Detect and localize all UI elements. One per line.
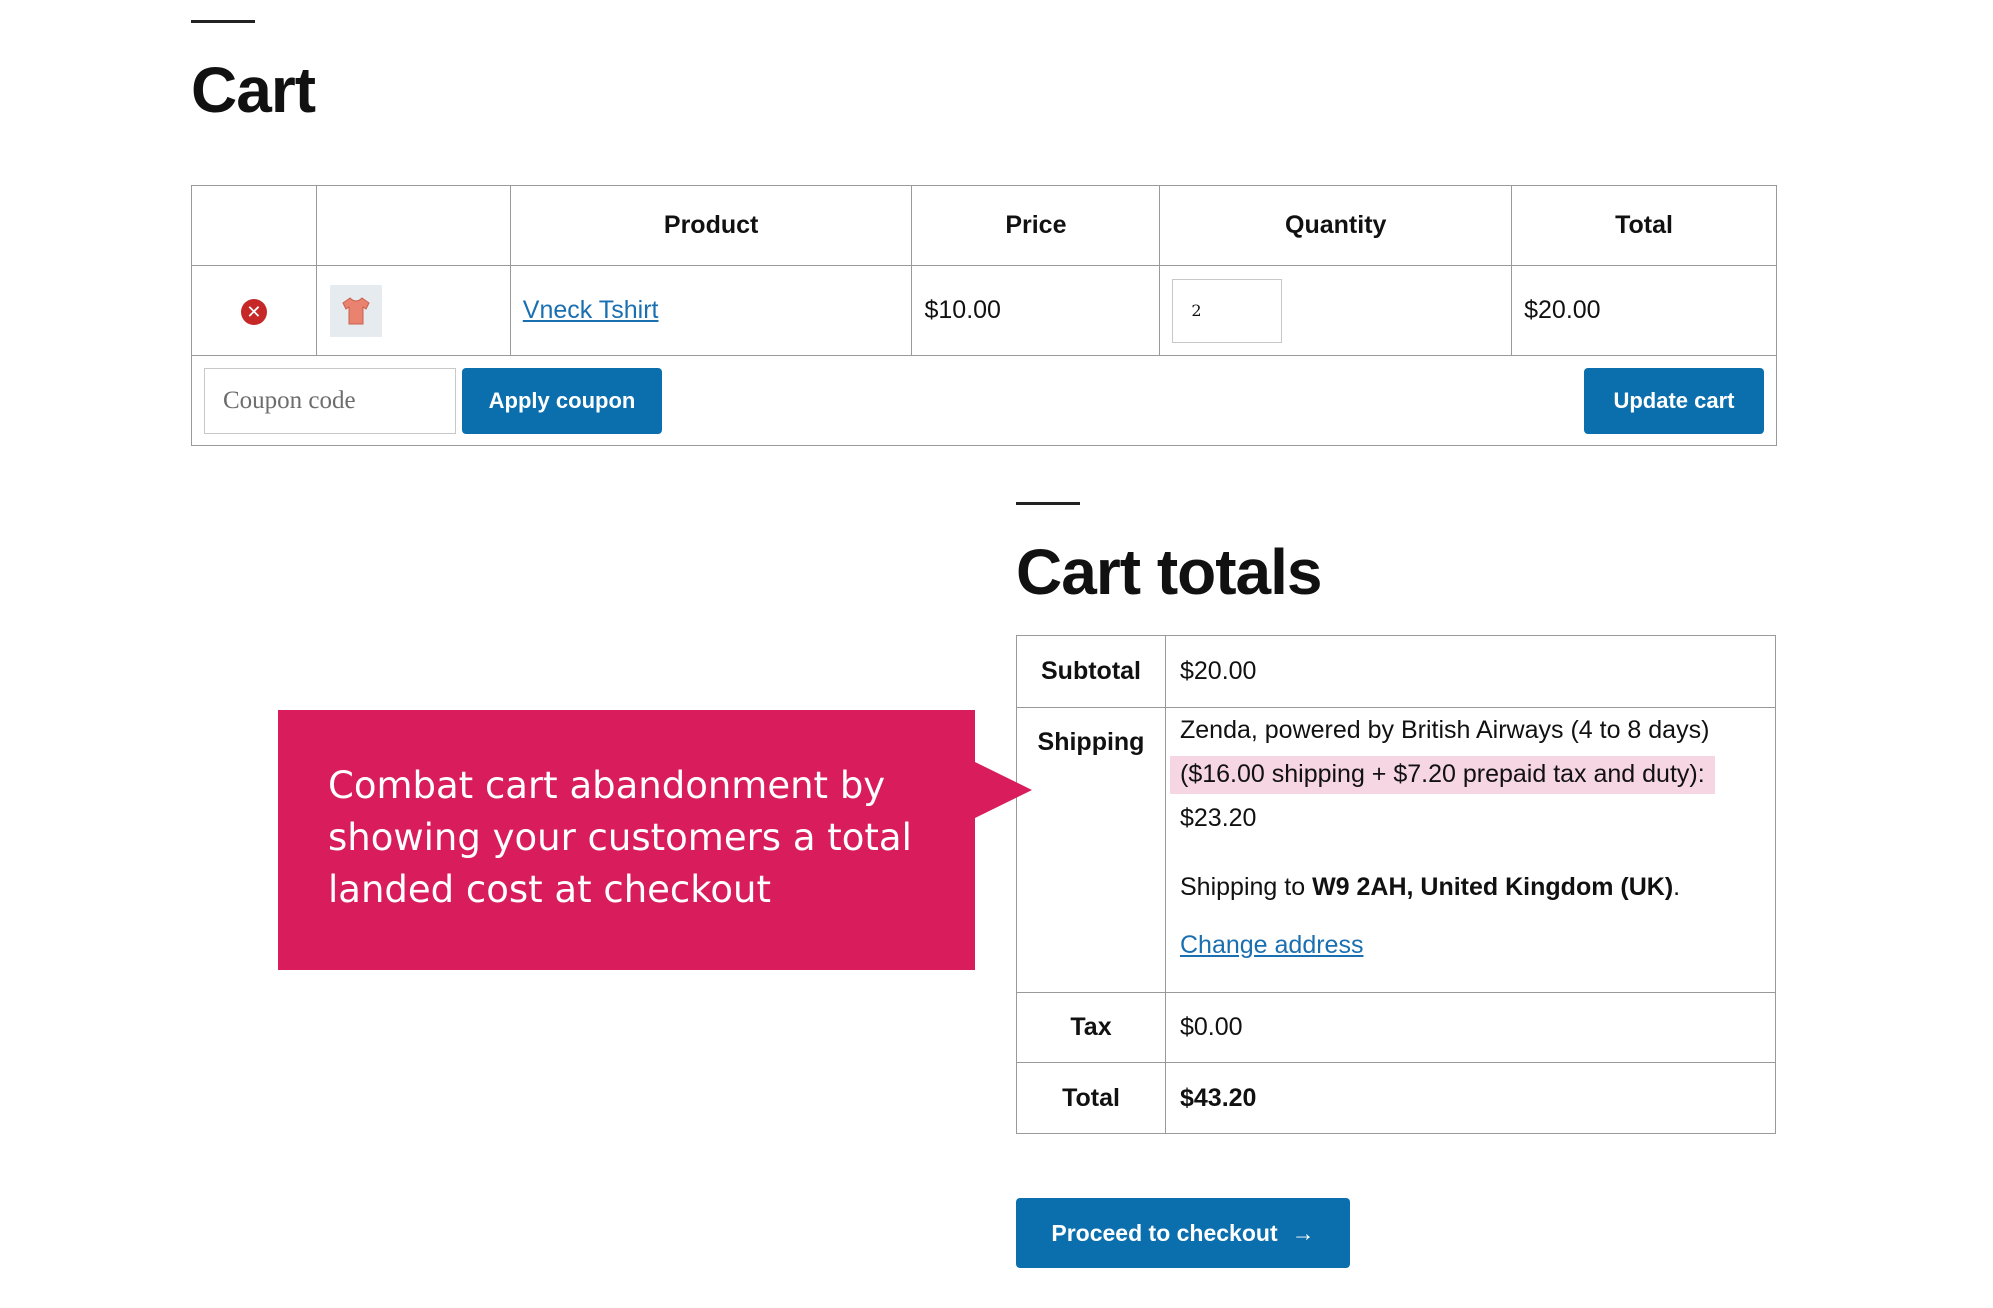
shipping-to-prefix: Shipping to (1180, 873, 1306, 901)
update-cart-button[interactable]: Update cart (1584, 367, 1764, 434)
checkout-label: Proceed to checkout (1051, 1219, 1278, 1246)
price-cell: $10.00 (911, 265, 1161, 356)
cart-totals-title: Cart totals (1016, 536, 1322, 608)
col-header-remove (191, 185, 317, 266)
product-link[interactable]: Vneck Tshirt (523, 296, 659, 324)
arrow-right-icon: → (1291, 1219, 1315, 1246)
cart-header-row: Product Price Quantity Total (191, 185, 1777, 266)
cart-item-row: ✕ Vneck Tshirt $10.00 2 $20.00 (191, 265, 1777, 356)
callout-pointer (975, 762, 1032, 818)
totals-title-rule (1016, 502, 1080, 505)
shipping-breakdown-highlight: ($16.00 shipping + $7.20 prepaid tax and… (1170, 756, 1715, 794)
col-header-product: Product (509, 185, 913, 266)
callout-banner: Combat cart abandonment by showing your … (278, 710, 975, 970)
change-address-link[interactable]: Change address (1180, 931, 1363, 959)
page-title: Cart (191, 54, 316, 126)
cart-actions-row: Coupon code Apply coupon Update cart (191, 355, 1777, 446)
product-cell: Vneck Tshirt (509, 265, 913, 356)
cart-table: Product Price Quantity Total ✕ Vneck Tsh… (191, 185, 1777, 446)
cart-title-rule (191, 20, 255, 23)
subtotal-row: Subtotal $20.00 (1016, 635, 1776, 708)
cart-totals-table: Subtotal $20.00 Shipping Zenda, powered … (1016, 635, 1776, 1134)
shipping-destination: Shipping to W9 2AH, United Kingdom (UK). (1180, 873, 1681, 901)
coupon-code-input[interactable]: Coupon code (204, 367, 456, 434)
total-label: Total (1016, 1062, 1166, 1134)
shipping-method: Zenda, powered by British Airways (4 to … (1180, 716, 1710, 744)
total-cell: $20.00 (1511, 265, 1777, 356)
subtotal-label: Subtotal (1016, 635, 1166, 708)
col-header-thumbnail (315, 185, 511, 266)
quantity-input[interactable]: 2 (1172, 278, 1283, 343)
subtotal-value: $20.00 (1165, 635, 1776, 708)
col-header-quantity: Quantity (1159, 185, 1513, 266)
cart-actions-cell: Coupon code Apply coupon Update cart (191, 355, 1777, 446)
remove-cell: ✕ (191, 265, 317, 356)
total-value: $43.20 (1165, 1062, 1776, 1134)
total-row: Total $43.20 (1016, 1062, 1776, 1134)
tshirt-icon (342, 296, 370, 324)
quantity-cell: 2 (1159, 265, 1513, 356)
tax-row: Tax $0.00 (1016, 992, 1776, 1063)
apply-coupon-button[interactable]: Apply coupon (462, 367, 662, 434)
col-header-total: Total (1511, 185, 1777, 266)
close-icon[interactable]: ✕ (240, 299, 267, 325)
product-thumbnail[interactable] (329, 284, 382, 337)
shipping-label: Shipping (1016, 707, 1166, 993)
callout-text: Combat cart abandonment by showing your … (328, 764, 912, 911)
thumbnail-cell (315, 265, 511, 356)
shipping-address: W9 2AH, United Kingdom (UK) (1312, 873, 1674, 901)
tax-value: $0.00 (1165, 992, 1776, 1063)
shipping-row: Shipping Zenda, powered by British Airwa… (1016, 707, 1776, 993)
tax-label: Tax (1016, 992, 1166, 1063)
proceed-to-checkout-button[interactable]: Proceed to checkout → (1016, 1198, 1350, 1268)
col-header-price: Price (911, 185, 1161, 266)
shipping-details: Zenda, powered by British Airways (4 to … (1165, 707, 1776, 993)
shipping-cost: $23.20 (1180, 804, 1257, 832)
